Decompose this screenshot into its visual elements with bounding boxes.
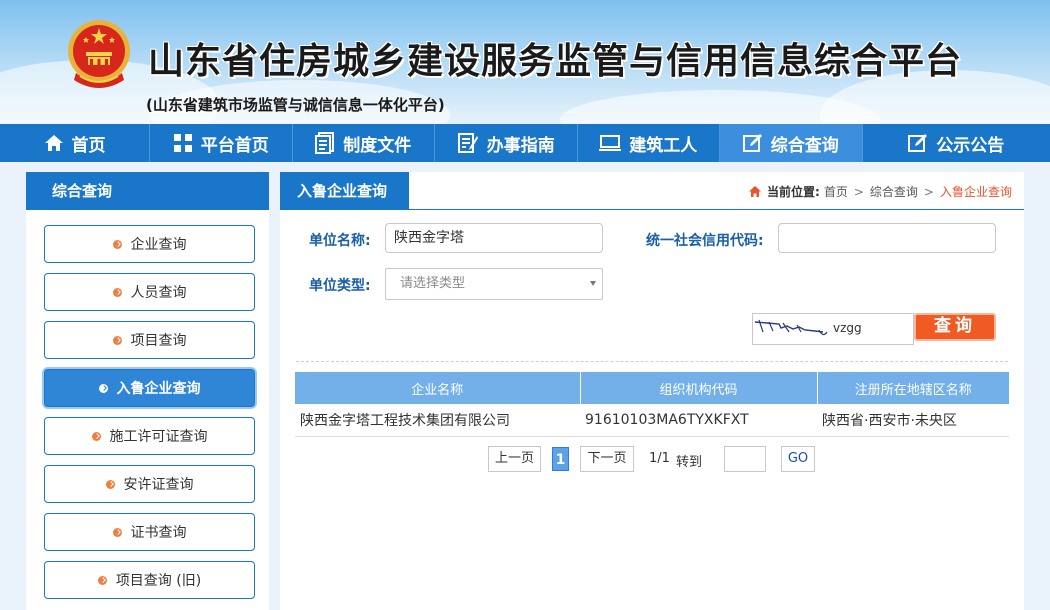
sidebar: 综合查询 企业查询 人员查询 项目查询 入鲁企业查询 施工许可证查询 安许证查询… (26, 172, 269, 610)
table-header-row: 企业名称 组织机构代码 注册所在地辖区名称 (295, 372, 1009, 404)
table-cell-region: 陕西省·西安市·未央区 (817, 404, 1009, 437)
sidebar-title: 综合查询 (26, 172, 269, 210)
sidebar-item-label: 企业查询 (130, 237, 187, 253)
table-header-cell: 注册所在地辖区名称 (817, 372, 1009, 404)
sidebar-item-incoming-enterprise-query[interactable]: 入鲁企业查询 (44, 369, 255, 407)
arrow-circle-icon (98, 383, 108, 393)
query-button[interactable]: 查询 (914, 313, 996, 341)
sidebar-item-personnel-query[interactable]: 人员查询 (44, 273, 255, 311)
breadcrumb-separator: > (923, 184, 934, 199)
unit-type-select[interactable]: 请选择类型 (385, 268, 603, 300)
site-header: 山东省住房城乡建设服务监管与信用信息综合平台 (山东省建筑市场监管与诚信信息一体… (0, 0, 1050, 124)
main-nav: 首页 平台首页 制度文件 办事指南 建筑工人 综合查询 公示公告 (0, 124, 1050, 162)
page-info: 1/1 (649, 451, 670, 466)
divider (296, 361, 1008, 362)
captcha-field[interactable]: vzgg (752, 313, 914, 345)
credit-code-input[interactable] (778, 223, 996, 253)
main-panel: 入鲁企业查询 当前位置: 首页 > 综合查询 > 入鲁企业查询 单位名称: 陕西… (280, 172, 1024, 610)
arrow-circle-icon (105, 479, 115, 489)
unit-name-label: 单位名称: (309, 233, 371, 249)
sidebar-item-label: 人员查询 (130, 285, 187, 301)
table-header-cell: 组织机构代码 (580, 372, 818, 404)
nav-item-platform-home[interactable]: 平台首页 (150, 124, 293, 162)
national-emblem-icon (68, 20, 130, 88)
home-icon (749, 186, 762, 197)
arrow-circle-icon (112, 287, 122, 297)
nav-item-label: 制度文件 (343, 135, 412, 156)
next-page-button[interactable]: 下一页 (580, 446, 634, 472)
breadcrumb-home[interactable]: 首页 (824, 183, 848, 200)
sidebar-item-safety-license-query[interactable]: 安许证查询 (44, 465, 255, 503)
nav-item-announcements[interactable]: 公示公告 (863, 124, 1050, 162)
sidebar-item-label: 施工许可证查询 (109, 429, 208, 445)
nav-item-guide[interactable]: 办事指南 (435, 124, 578, 162)
sidebar-item-label: 入鲁企业查询 (116, 381, 201, 397)
page-title: 入鲁企业查询 (280, 172, 409, 210)
page-number-button[interactable]: 1 (552, 447, 569, 471)
sidebar-item-construction-permit-query[interactable]: 施工许可证查询 (44, 417, 255, 455)
table-cell-org-code: 91610103MA6TYXKFXT (580, 404, 817, 437)
sidebar-item-label: 项目查询 (130, 333, 187, 349)
breadcrumb-separator: > (853, 184, 864, 199)
arrow-circle-icon (91, 431, 101, 441)
sidebar-item-project-query[interactable]: 项目查询 (44, 321, 255, 359)
arrow-circle-icon (112, 335, 122, 345)
nav-item-label: 公示公告 (936, 135, 1005, 156)
sidebar-item-certificate-query[interactable]: 证书查询 (44, 513, 255, 551)
credit-code-label: 统一社会信用代码: (646, 233, 764, 249)
nav-item-label: 首页 (71, 135, 106, 156)
arrow-circle-icon (112, 239, 122, 249)
nav-item-label: 综合查询 (770, 135, 839, 156)
sidebar-item-label: 证书查询 (130, 525, 187, 541)
breadcrumb-comprehensive-query[interactable]: 综合查询 (870, 183, 918, 200)
goto-label: 转到 (676, 455, 703, 470)
table-header-cell: 企业名称 (295, 372, 581, 404)
table-cell-enterprise-name[interactable]: 陕西金字塔工程技术集团有限公司 (295, 404, 580, 437)
site-title: 山东省住房城乡建设服务监管与信用信息综合平台 (148, 41, 963, 82)
arrow-circle-icon (97, 575, 107, 585)
nav-item-workers[interactable]: 建筑工人 (578, 124, 720, 162)
prev-page-button[interactable]: 上一页 (488, 446, 541, 472)
result-table: 企业名称 组织机构代码 注册所在地辖区名称 陕西金字塔工程技术集团有限公司 91… (295, 372, 1009, 437)
nav-item-label: 办事指南 (486, 135, 555, 156)
sidebar-item-label: 项目查询 (旧) (115, 573, 202, 589)
grid-icon (173, 134, 192, 152)
nav-item-label: 平台首页 (200, 135, 269, 156)
nav-item-home[interactable]: 首页 (0, 124, 150, 162)
goto-page-input[interactable] (724, 446, 766, 472)
captcha-image-icon[interactable] (753, 314, 831, 344)
guide-icon (457, 133, 478, 153)
document-icon (315, 132, 335, 154)
breadcrumb: 当前位置: 首页 > 综合查询 > 入鲁企业查询 (749, 183, 1012, 200)
pagination: 上一页 1 下一页 1/1 转到 GO (280, 446, 1024, 474)
sidebar-item-project-query-old[interactable]: 项目查询 (旧) (44, 561, 255, 599)
table-row[interactable]: 陕西金字塔工程技术集团有限公司 91610103MA6TYXKFXT 陕西省·西… (295, 404, 1009, 437)
sidebar-item-label: 安许证查询 (123, 477, 194, 493)
unit-type-label: 单位类型: (309, 278, 371, 294)
captcha-input-value: vzgg (833, 321, 862, 335)
sidebar-item-enterprise-query[interactable]: 企业查询 (44, 225, 255, 263)
nav-item-regulations[interactable]: 制度文件 (293, 124, 435, 162)
breadcrumb-current: 入鲁企业查询 (939, 185, 1012, 199)
go-button[interactable]: GO (781, 446, 815, 472)
nav-item-label: 建筑工人 (629, 135, 698, 156)
caret-down-icon (590, 281, 596, 286)
breadcrumb-prefix: 当前位置: (767, 185, 820, 199)
edit-icon (742, 134, 762, 152)
site-subtitle: (山东省建筑市场监管与诚信信息一体化平台) (146, 96, 445, 114)
edit-icon (908, 134, 928, 152)
arrow-circle-icon (112, 527, 122, 537)
unit-type-placeholder: 请选择类型 (400, 276, 466, 291)
divider (280, 209, 1024, 210)
unit-name-input[interactable]: 陕西金字塔 (385, 223, 603, 253)
home-icon (44, 135, 63, 151)
nav-item-comprehensive-query[interactable]: 综合查询 (720, 124, 863, 162)
monitor-icon (599, 135, 622, 151)
